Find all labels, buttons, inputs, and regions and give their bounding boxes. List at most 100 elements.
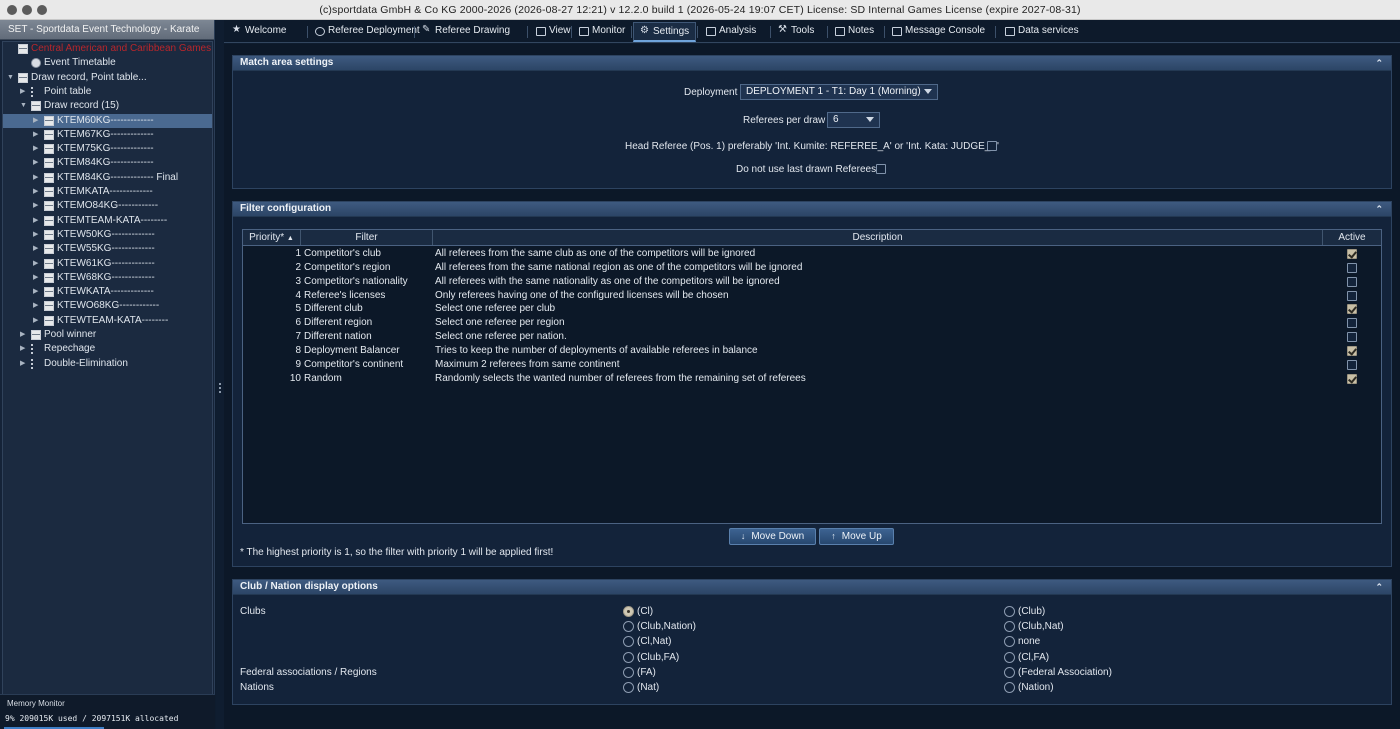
tree-item[interactable]: ▶ KTEWTEAM-KATA-------- bbox=[3, 314, 212, 328]
priority-column-header[interactable]: Priority* ▲ bbox=[243, 230, 301, 245]
tree-item[interactable]: ▶ KTEM84KG------------- Final bbox=[3, 171, 212, 185]
display-option-label[interactable]: (Club,Nation) bbox=[637, 621, 696, 632]
collapsed-chevron-icon[interactable]: ▶ bbox=[33, 214, 38, 228]
tab-referee-deployment[interactable]: Referee Deployment bbox=[309, 22, 420, 42]
collapsed-chevron-icon[interactable]: ▶ bbox=[33, 114, 38, 128]
navigation-tree[interactable]: Central American and Caribbean Games - K… bbox=[2, 41, 213, 713]
panel-splitter[interactable] bbox=[216, 20, 224, 729]
tree-item[interactable]: ▶ KTEMKATA------------- bbox=[3, 185, 212, 199]
display-option-label[interactable]: (Cl,Nat) bbox=[637, 636, 671, 647]
tree-item[interactable]: ▶ KTEMO84KG------------ bbox=[3, 199, 212, 213]
collapsed-chevron-icon[interactable]: ▶ bbox=[20, 85, 25, 99]
active-checkbox[interactable] bbox=[1347, 373, 1357, 384]
deployment-select[interactable]: DEPLOYMENT 1 - T1: Day 1 (Morning) bbox=[740, 84, 938, 100]
display-option-radio[interactable] bbox=[623, 652, 634, 663]
tree-item[interactable]: ▶ Double-Elimination bbox=[3, 357, 212, 371]
tree-item[interactable]: ▶ KTEM84KG------------- bbox=[3, 156, 212, 170]
collapsed-chevron-icon[interactable]: ▶ bbox=[33, 156, 38, 170]
table-row[interactable]: 4 Referee's licenses Only referees having … bbox=[243, 289, 1381, 303]
collapse-icon[interactable]: ⌃ bbox=[1375, 202, 1383, 216]
move-down-button[interactable]: ↓ Move Down bbox=[729, 528, 816, 545]
table-row[interactable]: 9 Competitor's continent Maximum 2 referee… bbox=[243, 358, 1381, 372]
collapsed-chevron-icon[interactable]: ▶ bbox=[33, 128, 38, 142]
collapsed-chevron-icon[interactable]: ▶ bbox=[33, 242, 38, 256]
collapsed-chevron-icon[interactable]: ▶ bbox=[20, 357, 25, 371]
tree-item[interactable]: ▶ KTEW50KG------------- bbox=[3, 228, 212, 242]
display-option-label[interactable]: (Club,FA) bbox=[637, 652, 679, 663]
display-option-radio[interactable] bbox=[1004, 682, 1015, 693]
tab-settings[interactable]: ⚙ Settings bbox=[633, 22, 696, 42]
tab-data-services[interactable]: Data services bbox=[999, 22, 1095, 42]
display-option-radio[interactable] bbox=[1004, 621, 1015, 632]
table-row[interactable]: 7 Different nation Select one referee per … bbox=[243, 330, 1381, 344]
tree-item[interactable]: ▶ KTEW55KG------------- bbox=[3, 242, 212, 256]
active-checkbox[interactable] bbox=[1347, 332, 1357, 343]
display-option-radio[interactable] bbox=[623, 636, 634, 647]
tree-item[interactable]: ▶ KTEM60KG------------- bbox=[3, 113, 212, 128]
collapse-icon[interactable]: ⌃ bbox=[1375, 56, 1383, 70]
tree-item[interactable]: ▶ KTEM67KG------------- bbox=[3, 128, 212, 142]
move-up-button[interactable]: ↑ Move Up bbox=[819, 528, 894, 545]
tab-notes[interactable]: Notes bbox=[829, 22, 883, 42]
display-option-label[interactable]: (Club) bbox=[1018, 606, 1045, 617]
active-checkbox[interactable] bbox=[1347, 249, 1357, 259]
table-row[interactable]: 8 Deployment Balancer Tries to keep the nu… bbox=[243, 344, 1381, 358]
table-row[interactable]: 10 Random Randomly selects the wanted numb… bbox=[243, 372, 1381, 386]
tree-item[interactable]: ▶ KTEWKATA------------- bbox=[3, 285, 212, 299]
display-option-radio[interactable] bbox=[1004, 667, 1015, 678]
table-row[interactable]: 2 Competitor's region All referees from th… bbox=[243, 261, 1381, 275]
display-option-radio[interactable] bbox=[1004, 606, 1015, 617]
table-row[interactable]: 6 Different region Select one referee per … bbox=[243, 316, 1381, 330]
filter-configuration-header[interactable]: Filter configuration ⌃ bbox=[233, 202, 1391, 217]
tab-welcome[interactable]: ★ Welcome bbox=[226, 22, 306, 42]
collapsed-chevron-icon[interactable]: ▶ bbox=[33, 171, 38, 185]
display-option-label[interactable]: (Cl,FA) bbox=[1018, 652, 1049, 663]
active-checkbox[interactable] bbox=[1347, 359, 1357, 370]
display-option-label[interactable]: none bbox=[1018, 636, 1040, 647]
tree-item[interactable]: ▼ Draw record (15) bbox=[3, 99, 212, 113]
table-row[interactable]: 1 Competitor's club All referees from the … bbox=[243, 247, 1381, 261]
tree-item[interactable]: ▼ Draw record, Point table... bbox=[3, 71, 212, 85]
tab-analysis[interactable]: Analysis bbox=[700, 22, 769, 42]
tree-item[interactable]: ▶ Point table bbox=[3, 85, 212, 99]
description-column-header[interactable]: Description bbox=[433, 230, 1323, 245]
collapsed-chevron-icon[interactable]: ▶ bbox=[33, 299, 38, 313]
display-option-radio[interactable] bbox=[623, 682, 634, 693]
display-option-radio[interactable] bbox=[1004, 636, 1015, 647]
collapsed-chevron-icon[interactable]: ▶ bbox=[20, 328, 25, 342]
display-option-label[interactable]: (Federal Association) bbox=[1018, 667, 1112, 678]
display-option-radio[interactable] bbox=[623, 667, 634, 678]
display-option-radio[interactable] bbox=[1004, 652, 1015, 663]
active-checkbox[interactable] bbox=[1347, 290, 1357, 301]
display-option-label[interactable]: (Nat) bbox=[637, 682, 659, 693]
expanded-chevron-icon[interactable]: ▼ bbox=[20, 99, 27, 113]
no-last-drawn-checkbox[interactable] bbox=[876, 164, 886, 174]
display-option-label[interactable]: (Club,Nat) bbox=[1018, 621, 1064, 632]
display-option-radio[interactable] bbox=[623, 621, 634, 632]
collapsed-chevron-icon[interactable]: ▶ bbox=[33, 142, 38, 156]
tab-message-console[interactable]: Message Console bbox=[886, 22, 994, 42]
collapsed-chevron-icon[interactable]: ▶ bbox=[33, 285, 38, 299]
head-referee-checkbox[interactable] bbox=[987, 141, 997, 151]
collapsed-chevron-icon[interactable]: ▶ bbox=[33, 199, 38, 213]
tree-item[interactable]: Event Timetable bbox=[3, 56, 212, 70]
expanded-chevron-icon[interactable]: ▼ bbox=[7, 71, 14, 85]
active-column-header[interactable]: Active bbox=[1323, 230, 1381, 245]
display-option-label[interactable]: (FA) bbox=[637, 667, 656, 678]
filter-column-header[interactable]: Filter bbox=[301, 230, 433, 245]
tab-referee-drawing[interactable]: ✎ Referee Drawing bbox=[416, 22, 526, 42]
tab-monitor[interactable]: Monitor bbox=[573, 22, 630, 42]
collapsed-chevron-icon[interactable]: ▶ bbox=[33, 271, 38, 285]
table-row[interactable]: 5 Different club Select one referee per cl… bbox=[243, 302, 1381, 316]
collapsed-chevron-icon[interactable]: ▶ bbox=[33, 257, 38, 271]
tree-item[interactable]: ▶ KTEW61KG------------- bbox=[3, 257, 212, 271]
tree-item[interactable]: ▶ Repechage bbox=[3, 342, 212, 356]
collapsed-chevron-icon[interactable]: ▶ bbox=[33, 185, 38, 199]
table-row[interactable]: 3 Competitor's nationality All referees wi… bbox=[243, 275, 1381, 289]
active-checkbox[interactable] bbox=[1347, 345, 1357, 356]
tree-item[interactable]: ▶ Pool winner bbox=[3, 328, 212, 342]
match-area-settings-header[interactable]: Match area settings ⌃ bbox=[233, 56, 1391, 71]
tree-item[interactable]: ▶ KTEWO68KG------------ bbox=[3, 299, 212, 313]
tree-item[interactable]: Central American and Caribbean Games - K… bbox=[3, 42, 212, 56]
tree-item[interactable]: ▶ KTEM75KG------------- bbox=[3, 142, 212, 156]
